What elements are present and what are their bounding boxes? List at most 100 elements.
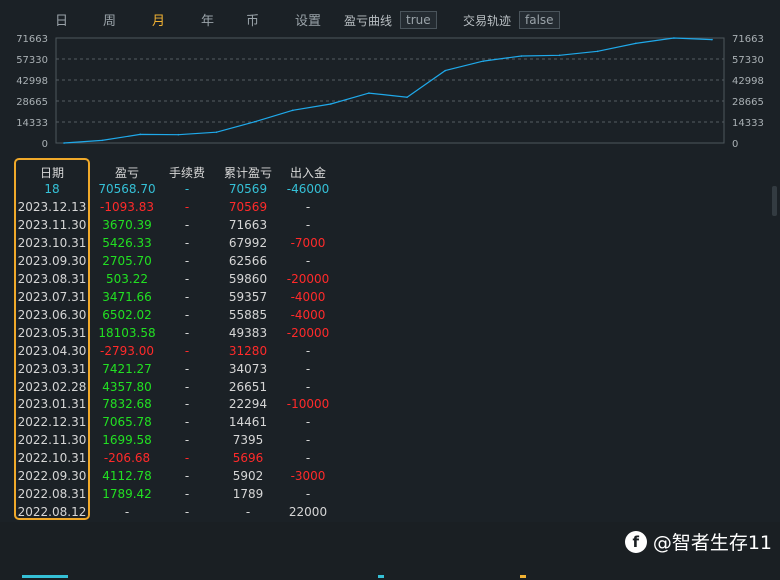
row-fee: - — [184, 433, 190, 448]
row-pnl: -1093.83 — [100, 200, 154, 214]
row-io: -10000 — [286, 397, 330, 412]
row-io: - — [305, 253, 311, 268]
row-pnl: 4112.78 — [102, 469, 152, 484]
row-pnl: 1789.42 — [102, 487, 152, 502]
pnl-point — [291, 109, 294, 112]
row-fee: - — [184, 487, 190, 502]
row-cum: 7395 — [232, 433, 264, 448]
row-fee: - — [184, 415, 190, 430]
row-cum: 62566 — [228, 253, 268, 268]
row-fee: - — [184, 451, 190, 466]
pnl-point — [444, 69, 446, 72]
header-cum[interactable]: 累计盈亏 — [212, 164, 284, 181]
row-cum: 70569 — [228, 200, 268, 214]
pnl-curve-label: 盈亏曲线 — [344, 14, 393, 28]
row-io: - — [305, 200, 311, 214]
trade-track-toggle[interactable]: false — [519, 11, 560, 29]
y-tick-label-right: 42998 — [732, 76, 764, 87]
row-cum: 5696 — [232, 451, 264, 466]
pnl-point — [520, 55, 523, 57]
row-cum: 14461 — [228, 415, 268, 430]
watermark-text: @智者生存11 — [652, 532, 772, 554]
y-tick-label-right: 57330 — [732, 55, 764, 66]
pnl-point — [368, 92, 370, 94]
row-io: -20000 — [286, 271, 330, 286]
pnl-line-chart: 0 0 14333 14333 28665 28665 42998 42998 57330 573… — [16, 34, 764, 150]
row-io: - — [305, 433, 311, 448]
row-pnl: 7421.27 — [102, 361, 152, 376]
row-pnl: 7832.68 — [102, 397, 152, 412]
summary-pnl: 70568.70 — [98, 182, 156, 196]
header-pnl[interactable]: 盈亏 — [88, 164, 166, 181]
pnl-series-line — [63, 37, 713, 144]
header-fee[interactable]: 手续费 — [166, 164, 208, 181]
bottom-tick-mark — [22, 575, 68, 578]
row-cum: 71663 — [228, 217, 268, 232]
watermark: f @智者生存11 — [624, 528, 772, 555]
row-pnl: 6502.02 — [102, 307, 152, 322]
pnl-point — [215, 131, 218, 133]
row-io: - — [305, 451, 311, 466]
pnl-point — [634, 42, 637, 45]
tab-week[interactable]: 周 — [103, 10, 116, 29]
row-pnl: 1699.58 — [102, 433, 152, 448]
row-cum: 59357 — [228, 289, 268, 304]
y-tick-label-left: 57330 — [16, 55, 48, 66]
row-io: -4000 — [290, 307, 326, 322]
scrollbar[interactable] — [772, 186, 777, 216]
row-fee: - — [184, 343, 190, 358]
row-pnl: - — [124, 505, 130, 520]
row-fee: - — [184, 397, 190, 412]
y-tick-label-left: 0 — [42, 139, 48, 150]
pnl-point — [711, 38, 713, 41]
date-column-highlight — [14, 158, 90, 520]
row-pnl: 4357.80 — [102, 379, 152, 394]
tab-coin[interactable]: 币 — [246, 10, 259, 29]
row-cum: 67992 — [228, 235, 268, 250]
pnl-curve-toggle[interactable]: true — [400, 11, 437, 29]
summary-fee: - — [184, 182, 190, 196]
row-fee: - — [184, 307, 190, 322]
row-cum: 59860 — [228, 271, 268, 286]
pnl-point — [482, 60, 485, 62]
row-cum: 31280 — [228, 343, 268, 358]
row-io: -7000 — [290, 235, 326, 250]
row-fee: - — [184, 289, 190, 304]
row-io: - — [305, 361, 311, 376]
tab-day[interactable]: 日 — [55, 10, 68, 29]
row-fee: - — [184, 217, 190, 232]
row-io: - — [305, 415, 311, 430]
y-tick-label-left: 28665 — [16, 97, 48, 108]
tab-month[interactable]: 月 — [152, 10, 165, 29]
y-tick-label-right: 0 — [732, 139, 738, 150]
pnl-point — [139, 133, 142, 136]
bottom-tick-mark — [378, 575, 384, 578]
header-io[interactable]: 出入金 — [280, 164, 336, 181]
bottom-tick-mark — [520, 575, 526, 578]
row-fee: - — [184, 469, 190, 484]
row-cum: 1789 — [232, 487, 264, 502]
row-pnl: 18103.58 — [98, 325, 156, 340]
pnl-point — [177, 133, 180, 136]
pnl-point — [673, 37, 675, 39]
row-fee: - — [184, 325, 190, 340]
row-cum: 55885 — [228, 307, 268, 322]
row-fee: - — [184, 379, 190, 394]
row-cum: 5902 — [232, 469, 264, 484]
pnl-point — [63, 142, 65, 144]
y-tick-label-left: 71663 — [16, 34, 48, 45]
summary-cum: 70569 — [228, 182, 268, 196]
row-pnl: -206.68 — [103, 451, 151, 466]
summary-io: -46000 — [286, 182, 330, 196]
row-cum: 26651 — [228, 379, 268, 394]
tab-settings[interactable]: 设置 — [295, 10, 321, 29]
row-pnl: 7065.78 — [102, 415, 152, 430]
row-pnl: -2793.00 — [100, 343, 154, 358]
trade-track-label: 交易轨迹 — [463, 14, 512, 28]
tab-year[interactable]: 年 — [201, 10, 214, 29]
row-pnl: 503.22 — [106, 271, 148, 286]
row-cum: - — [245, 505, 251, 520]
row-io: - — [305, 217, 311, 232]
pnl-point — [101, 139, 103, 142]
row-pnl: 3471.66 — [102, 289, 152, 304]
